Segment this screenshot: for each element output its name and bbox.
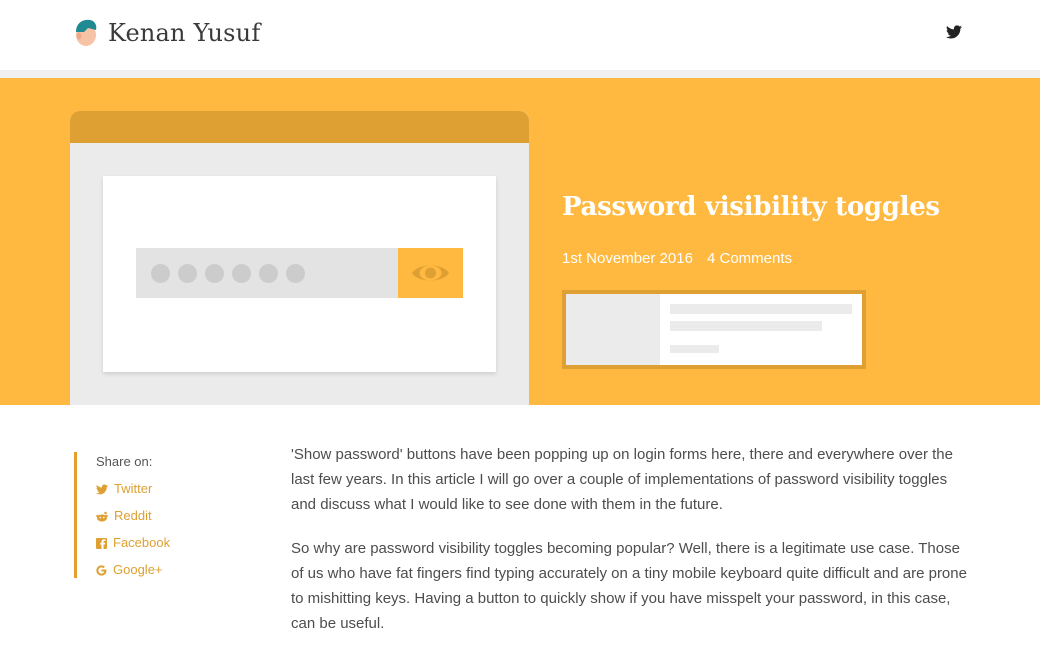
login-card-illustration	[103, 176, 496, 372]
article-body: 'Show password' buttons have been poppin…	[291, 442, 971, 650]
avatar-icon[interactable]	[74, 18, 98, 48]
post-date: 1st November 2016	[562, 250, 693, 267]
google-icon	[96, 565, 107, 576]
article-paragraph: So why are password visibility toggles b…	[291, 540, 967, 632]
password-dot	[151, 264, 170, 283]
share-reddit-label: Reddit	[114, 508, 152, 523]
mini-line-illustration	[670, 304, 852, 314]
password-dot	[286, 264, 305, 283]
mini-sidebar-illustration	[566, 294, 660, 365]
article-paragraph: 'Show password' buttons have been poppin…	[291, 446, 953, 513]
comments-link[interactable]: 4 Comments	[707, 250, 792, 267]
share-reddit-link[interactable]: Reddit	[96, 508, 152, 523]
header-divider	[0, 70, 1040, 78]
password-dot	[178, 264, 197, 283]
site-title[interactable]: Kenan Yusuf	[108, 19, 260, 47]
share-facebook-label: Facebook	[113, 535, 171, 550]
password-dot	[259, 264, 278, 283]
browser-titlebar	[70, 111, 529, 143]
password-field-illustration	[136, 248, 398, 298]
site-header: Kenan Yusuf	[0, 0, 1040, 70]
share-google-link[interactable]: Google+	[96, 562, 163, 577]
facebook-icon	[96, 538, 107, 549]
share-twitter-label: Twitter	[114, 481, 153, 496]
visibility-toggle-button	[398, 248, 463, 298]
twitter-icon	[96, 484, 108, 495]
share-facebook-link[interactable]: Facebook	[96, 535, 170, 550]
share-google-label: Google+	[113, 562, 163, 577]
mini-line-illustration	[670, 321, 822, 331]
mini-line-illustration	[670, 345, 719, 353]
browser-illustration	[70, 111, 529, 405]
share-title: Share on:	[96, 454, 153, 469]
reddit-icon	[96, 511, 108, 522]
mini-layout-illustration	[562, 290, 866, 369]
twitter-icon[interactable]	[946, 25, 962, 39]
eye-icon	[412, 265, 449, 281]
share-twitter-link[interactable]: Twitter	[96, 481, 152, 496]
hero-banner: Password visibility toggles 1st November…	[0, 78, 1040, 405]
password-dot	[205, 264, 224, 283]
share-panel: Share on: Twitter Reddit Facebook Google…	[74, 452, 254, 578]
post-title: Password visibility toggles	[562, 192, 940, 222]
password-dot	[232, 264, 251, 283]
